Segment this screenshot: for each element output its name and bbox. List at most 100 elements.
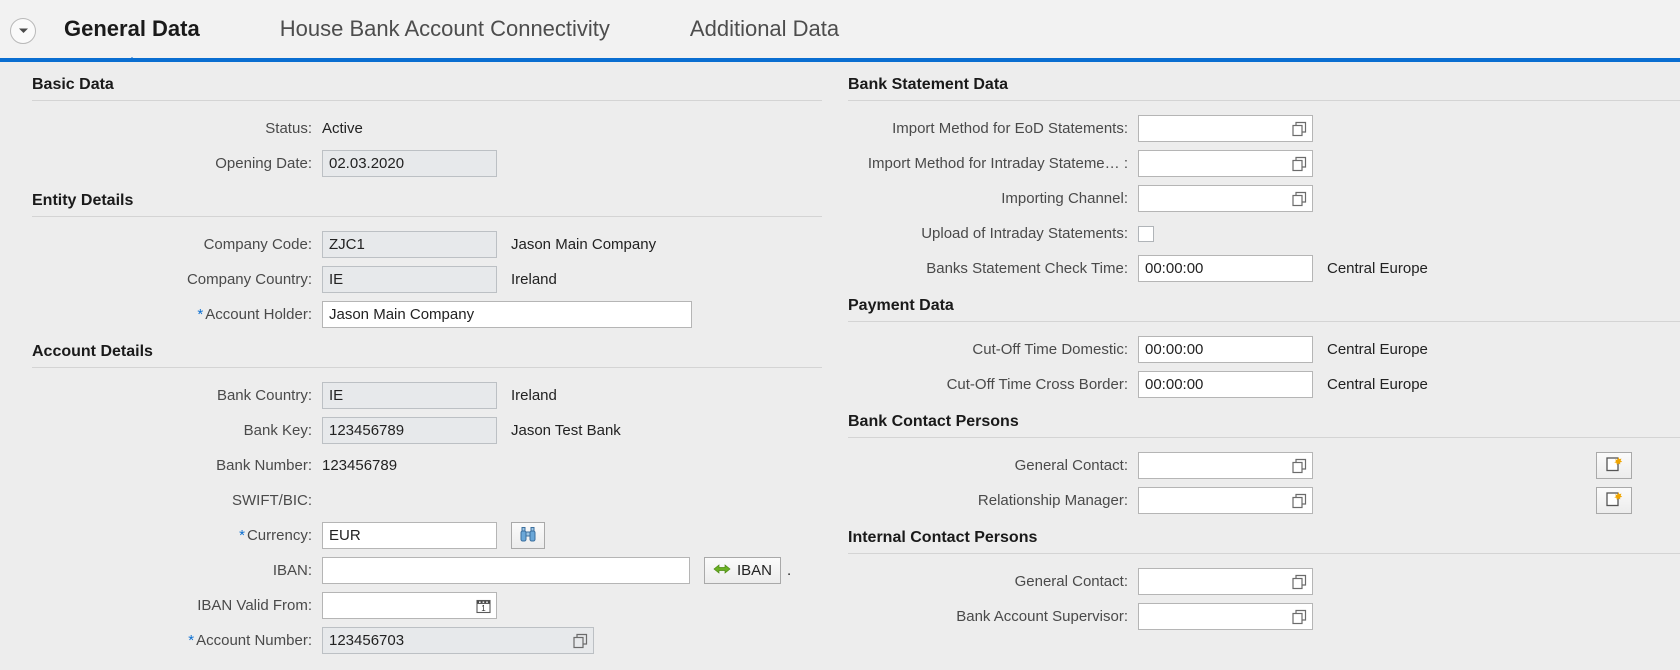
cutoff-domestic-zone: Central Europe [1327, 341, 1428, 358]
tab-general-data-label: General Data [64, 16, 200, 41]
bank-key-field[interactable]: 123456789 [322, 417, 497, 444]
section-heading-bank-contact-persons: Bank Contact Persons [848, 413, 1019, 430]
import-method-eod-field[interactable] [1138, 115, 1313, 142]
bank-account-supervisor-field[interactable] [1138, 603, 1313, 630]
account-number-field[interactable]: 123456703 [322, 627, 594, 654]
tab-house-bank-account-connectivity-label: House Bank Account Connectivity [279, 16, 610, 41]
section-heading-bank-statement-data: Bank Statement Data [848, 76, 1009, 93]
iban-trailing-text: . [787, 562, 792, 579]
account-number-required-marker: * [188, 632, 195, 649]
bank-general-contact-create-note-button[interactable] [1596, 452, 1632, 479]
row-import-method-eod: Import Method for EoD Statements: [848, 111, 1680, 146]
status-value: Active [322, 120, 363, 137]
currency-label: * Currency: [32, 527, 322, 544]
section-heading-payment-data: Payment Data [848, 297, 954, 314]
bank-number-value: 123456789 [322, 457, 398, 474]
section-heading-account-details: Account Details [32, 343, 153, 360]
row-bank-key: Bank Key: 123456789 Jason Test Bank [32, 413, 822, 448]
svg-text:1: 1 [481, 604, 486, 613]
iban-convert-button[interactable]: IBAN [704, 557, 782, 584]
bank-account-supervisor-label: Bank Account Supervisor: [956, 608, 1128, 625]
bank-general-contact-label: General Contact: [1014, 457, 1128, 474]
calendar-icon[interactable]: 1 [476, 598, 491, 613]
row-bank-account-supervisor: Bank Account Supervisor: [848, 599, 1680, 634]
opening-date-field[interactable]: 02.03.2020 [322, 150, 497, 177]
company-country-value: IE [329, 271, 344, 288]
upload-intraday-checkbox[interactable] [1138, 225, 1154, 242]
opening-date-label: Opening Date: [215, 155, 312, 172]
row-company-code: Company Code: ZJC1 Jason Main Company [32, 227, 822, 262]
company-code-field[interactable]: ZJC1 [322, 231, 497, 258]
value-help-icon[interactable] [1292, 609, 1307, 624]
left-column: Basic Data Status: Active Opening Date: … [0, 62, 840, 670]
currency-field[interactable]: EUR [322, 522, 497, 549]
row-iban-valid-from: IBAN Valid From: 1 [32, 588, 822, 623]
cutoff-cross-border-field[interactable]: 00:00:00 [1138, 371, 1313, 398]
new-document-icon [1605, 455, 1623, 477]
account-number-value: 123456703 [329, 632, 405, 649]
row-company-country: Company Country: IE Ireland [32, 262, 822, 297]
value-help-icon[interactable] [1292, 191, 1307, 206]
form-content: Basic Data Status: Active Opening Date: … [0, 62, 1680, 670]
importing-channel-label: Importing Channel: [1001, 190, 1128, 207]
account-holder-label: * Account Holder: [32, 306, 322, 323]
relationship-manager-note-slot [1596, 487, 1632, 514]
iban-field[interactable] [322, 557, 690, 584]
bank-statement-check-time-field[interactable]: 00:00:00 [1138, 255, 1313, 282]
tab-general-data[interactable]: General Data [64, 16, 200, 68]
company-country-field[interactable]: IE [322, 266, 497, 293]
value-help-icon[interactable] [573, 633, 588, 648]
row-internal-general-contact: General Contact: [848, 564, 1680, 599]
cutoff-cross-border-label: Cut-Off Time Cross Border: [946, 376, 1128, 393]
tab-overflow-dropdown-button[interactable] [10, 18, 36, 44]
tab-additional-data[interactable]: Additional Data [690, 16, 839, 46]
bank-statement-check-time-value: 00:00:00 [1145, 260, 1204, 277]
internal-general-contact-field[interactable] [1138, 568, 1313, 595]
import-method-intraday-field[interactable] [1138, 150, 1313, 177]
status-label: Status: [265, 120, 312, 137]
cutoff-cross-border-zone: Central Europe [1327, 376, 1428, 393]
row-upload-intraday: Upload of Intraday Statements: [848, 216, 1680, 251]
bank-country-field[interactable]: IE [322, 382, 497, 409]
import-method-eod-label: Import Method for EoD Statements: [892, 120, 1128, 137]
relationship-manager-label: Relationship Manager: [977, 492, 1128, 509]
account-holder-value: Jason Main Company [329, 306, 475, 323]
row-relationship-manager: Relationship Manager: [848, 483, 1680, 518]
importing-channel-field[interactable] [1138, 185, 1313, 212]
section-divider-entity-details [32, 216, 822, 217]
relationship-manager-create-note-button[interactable] [1596, 487, 1632, 514]
bank-country-description: Ireland [511, 387, 557, 404]
section-heading-entity-details: Entity Details [32, 192, 134, 209]
currency-value-help-button[interactable] [511, 522, 545, 549]
cutoff-domestic-field[interactable]: 00:00:00 [1138, 336, 1313, 363]
value-help-icon[interactable] [1292, 574, 1307, 589]
upload-intraday-label: Upload of Intraday Statements: [921, 225, 1128, 242]
row-bank-statement-check-time: Banks Statement Check Time: 00:00:00 Cen… [848, 251, 1680, 286]
binoculars-icon [519, 526, 537, 546]
value-help-icon[interactable] [1292, 493, 1307, 508]
new-document-icon [1605, 490, 1623, 512]
currency-value: EUR [329, 527, 361, 544]
row-account-holder: * Account Holder: Jason Main Company [32, 297, 822, 332]
iban-valid-from-field[interactable]: 1 [322, 592, 497, 619]
value-help-icon[interactable] [1292, 156, 1307, 171]
row-currency: * Currency: EUR [32, 518, 822, 553]
row-bank-number: Bank Number: 123456789 [32, 448, 822, 483]
tab-house-bank-account-connectivity[interactable]: House Bank Account Connectivity [280, 16, 610, 46]
section-divider-basic-data [32, 100, 822, 101]
bank-number-label: Bank Number: [216, 457, 312, 474]
row-import-method-intraday: Import Method for Intraday Stateme… : [848, 146, 1680, 181]
iban-convert-button-label: IBAN [737, 562, 773, 579]
bank-key-value: 123456789 [329, 422, 405, 439]
account-holder-field[interactable]: Jason Main Company [322, 301, 692, 328]
company-code-description: Jason Main Company [511, 236, 657, 253]
value-help-icon[interactable] [1292, 458, 1307, 473]
company-country-description: Ireland [511, 271, 557, 288]
tab-additional-data-label: Additional Data [689, 16, 840, 41]
value-help-icon[interactable] [1292, 121, 1307, 136]
row-cutoff-domestic: Cut-Off Time Domestic: 00:00:00 Central … [848, 332, 1680, 367]
bank-general-contact-field[interactable] [1138, 452, 1313, 479]
section-heading-internal-contact-persons: Internal Contact Persons [848, 529, 1038, 546]
company-code-value: ZJC1 [329, 236, 365, 253]
relationship-manager-field[interactable] [1138, 487, 1313, 514]
